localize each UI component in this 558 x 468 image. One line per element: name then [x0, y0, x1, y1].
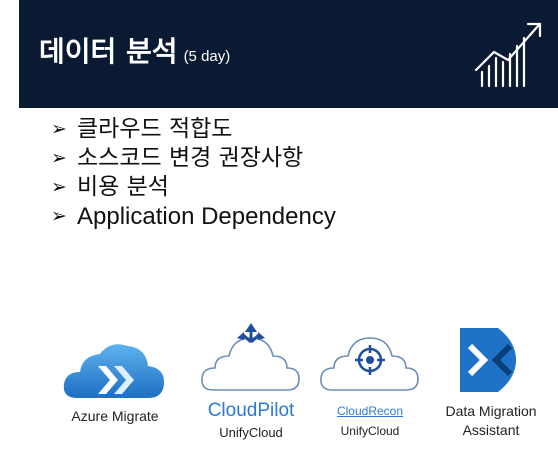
arrow-bullet-icon: ➢: [51, 176, 67, 198]
list-item: ➢ Application Dependency: [51, 202, 336, 231]
data-migration-assistant-icon: [460, 328, 516, 392]
dma-label-line2: Assistant: [462, 422, 520, 438]
list-item-label: 소스코드 변경 권장사항: [77, 145, 304, 171]
cloudpilot-vendor: UnifyCloud: [219, 425, 283, 440]
cloudrecon-logo: CloudRecon UnifyCloud: [317, 320, 423, 444]
growth-chart-icon: [474, 22, 542, 88]
azure-migrate-label: Azure Migrate: [71, 408, 159, 424]
arrow-bullet-icon: ➢: [51, 206, 67, 227]
list-item: ➢ 비용 분석: [51, 173, 336, 202]
page-title: 데이터 분석 (5 day): [39, 38, 230, 66]
arrow-bullet-icon: ➢: [51, 118, 67, 140]
list-item-label: 비용 분석: [77, 174, 169, 200]
data-migration-assistant-logo: Data Migration Assistant: [432, 328, 550, 444]
list-item-label: Application Dependency: [77, 203, 336, 230]
cloudpilot-logo: CloudPilot UnifyCloud: [196, 316, 306, 446]
list-item: ➢ 클라우드 적합도: [51, 115, 336, 144]
title-banner: 데이터 분석 (5 day): [19, 0, 558, 108]
azure-migrate-logo: Azure Migrate: [60, 336, 170, 436]
cloudpilot-icon: [201, 323, 300, 391]
title-duration: (5 day): [183, 48, 231, 65]
cloudpilot-label: CloudPilot: [207, 400, 295, 421]
dma-label-line1: Data Migration: [445, 403, 537, 419]
cloudrecon-vendor: UnifyCloud: [340, 424, 400, 438]
arrow-bullet-icon: ➢: [51, 147, 67, 169]
azure-migrate-cloud-icon: [63, 344, 164, 398]
title-text: 데이터 분석: [39, 35, 178, 68]
list-item-label: 클라우드 적합도: [77, 116, 233, 142]
feature-list: ➢ 클라우드 적합도 ➢ 소스코드 변경 권장사항 ➢ 비용 분석 ➢ Applicat…: [51, 115, 336, 231]
list-item: ➢ 소스코드 변경 권장사항: [51, 144, 336, 173]
cloudrecon-icon: [320, 337, 419, 391]
cloudrecon-label: CloudRecon: [336, 404, 404, 418]
